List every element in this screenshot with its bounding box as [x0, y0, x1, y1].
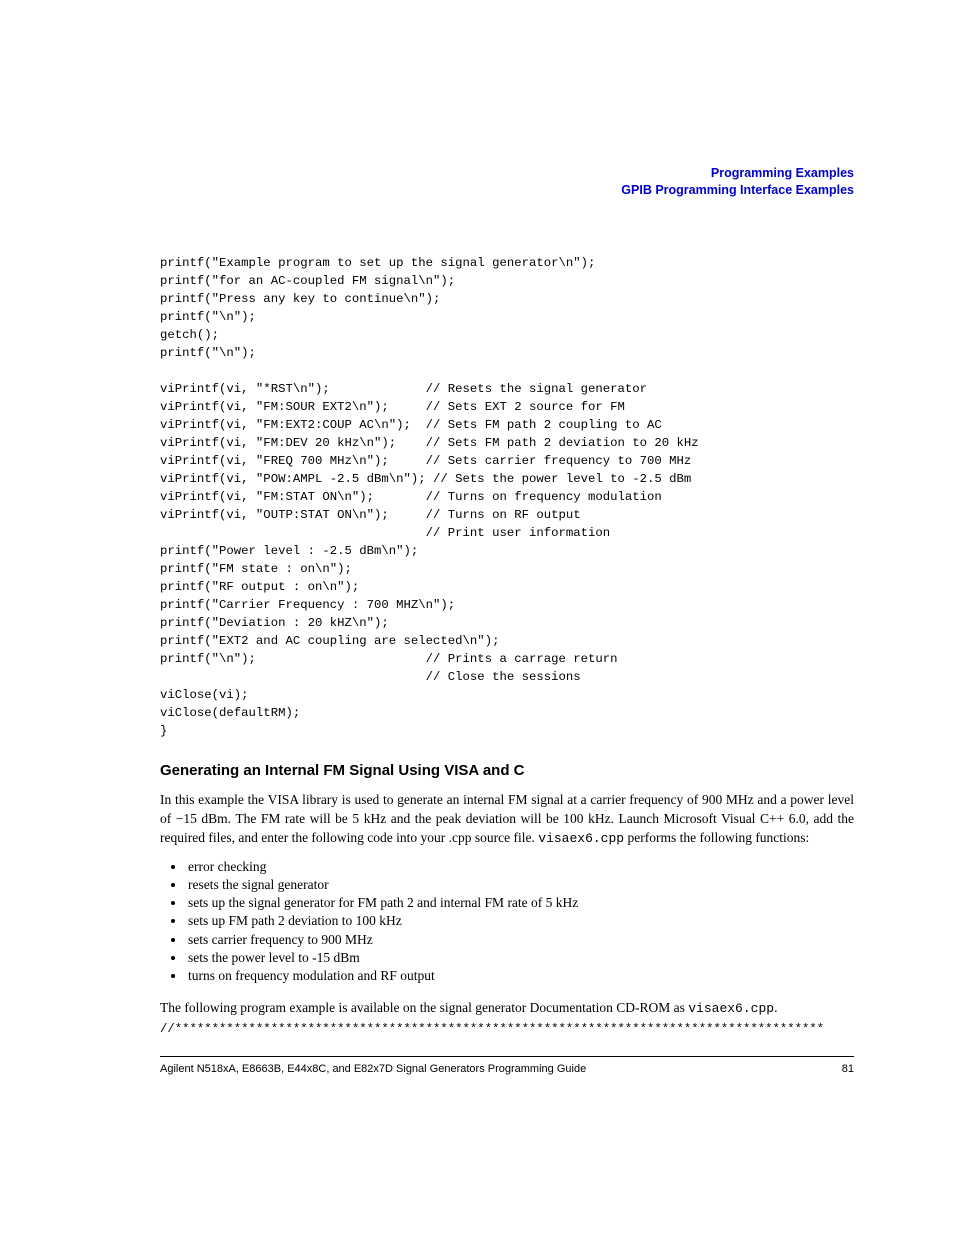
page-number: 81 — [842, 1063, 854, 1075]
page-footer: Agilent N518xA, E8663B, E44x8C, and E82x… — [160, 1063, 854, 1075]
list-item: turns on frequency modulation and RF out… — [186, 967, 854, 985]
bullet-list: error checking resets the signal generat… — [160, 858, 854, 986]
header-chapter: Programming Examples — [160, 165, 854, 182]
list-item: sets up the signal generator for FM path… — [186, 894, 854, 912]
code-divider-line: //**************************************… — [160, 1020, 854, 1038]
paragraph-2: The following program example is availab… — [160, 999, 854, 1018]
paragraph-1: In this example the VISA library is used… — [160, 791, 854, 848]
header-links: Programming Examples GPIB Programming In… — [160, 165, 854, 199]
list-item: sets the power level to -15 dBm — [186, 949, 854, 967]
header-section: GPIB Programming Interface Examples — [160, 182, 854, 199]
section-heading: Generating an Internal FM Signal Using V… — [160, 762, 854, 779]
para2-mono: visaex6.cpp — [688, 1001, 774, 1016]
list-item: resets the signal generator — [186, 876, 854, 894]
footer-rule — [160, 1056, 854, 1057]
list-item: sets up FM path 2 deviation to 100 kHz — [186, 912, 854, 930]
page-container: Programming Examples GPIB Programming In… — [0, 0, 954, 1135]
para2-text-a: The following program example is availab… — [160, 1000, 688, 1015]
para2-text-b: . — [774, 1000, 777, 1015]
list-item: error checking — [186, 858, 854, 876]
code-listing-1: printf("Example program to set up the si… — [160, 254, 854, 740]
para1-text-b: performs the following functions: — [624, 830, 809, 845]
footer-left: Agilent N518xA, E8663B, E44x8C, and E82x… — [160, 1063, 586, 1075]
list-item: sets carrier frequency to 900 MHz — [186, 931, 854, 949]
para1-mono: visaex6.cpp — [538, 831, 624, 846]
